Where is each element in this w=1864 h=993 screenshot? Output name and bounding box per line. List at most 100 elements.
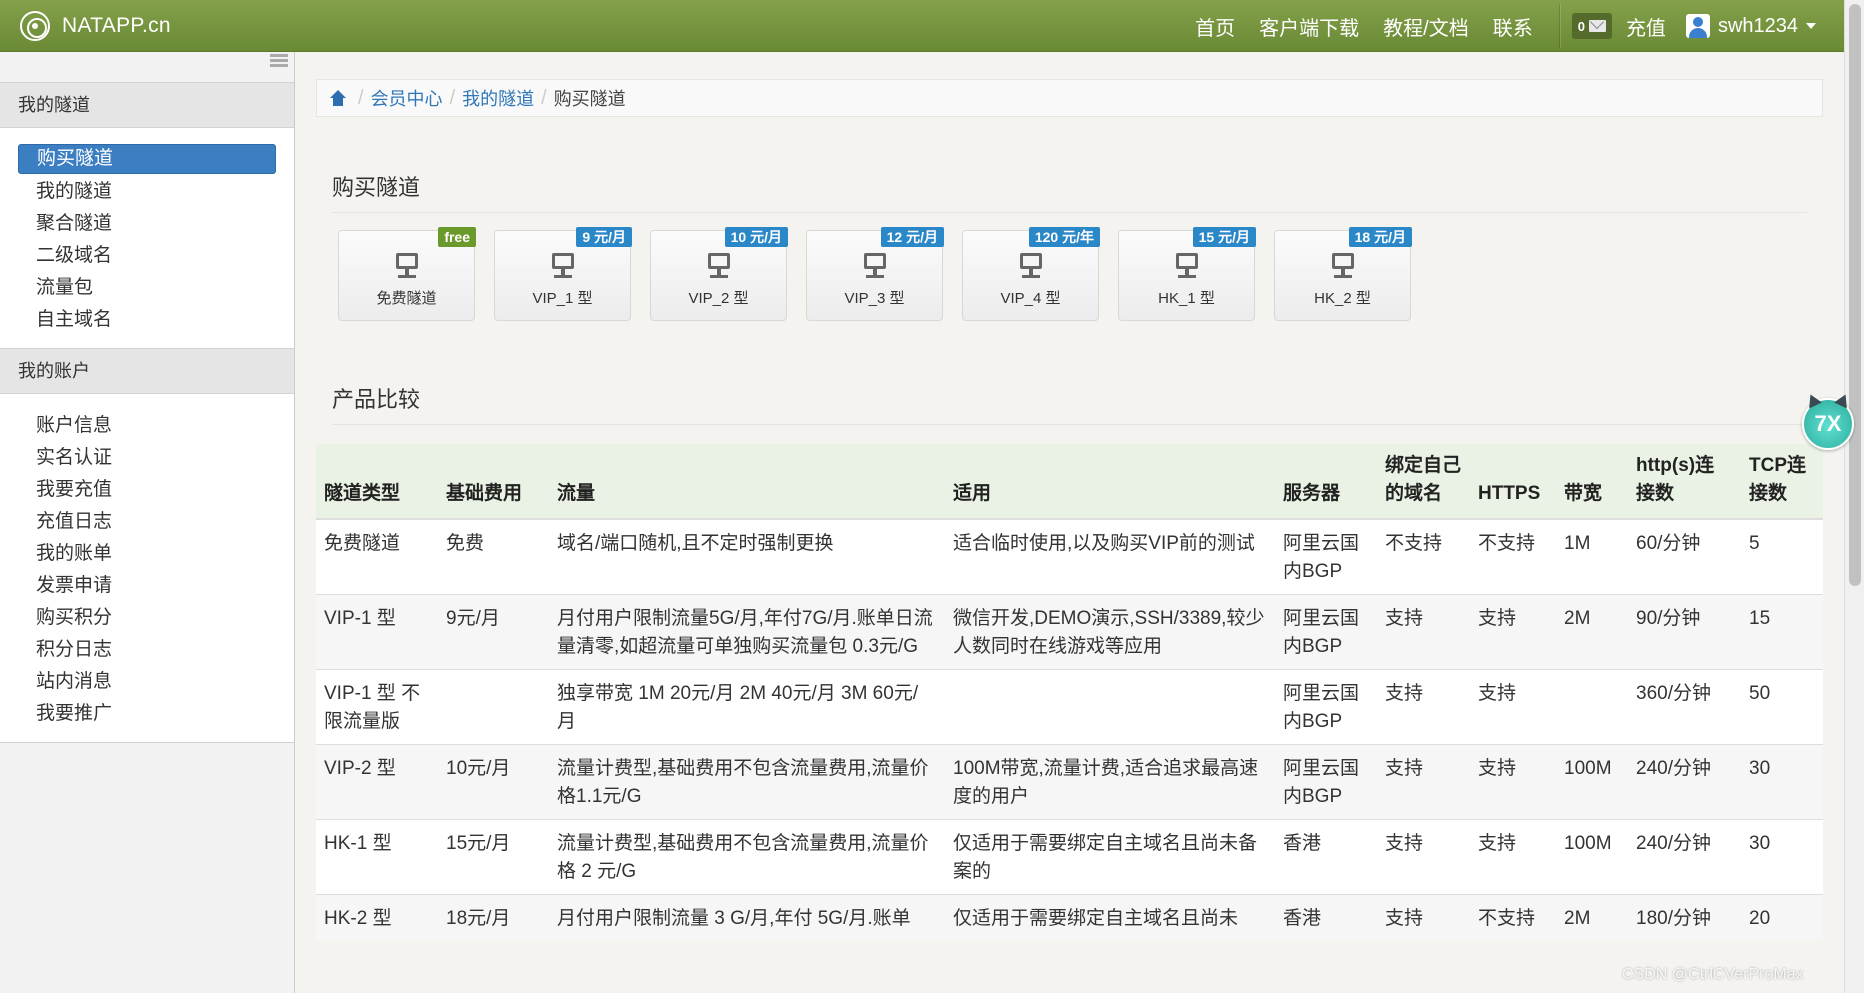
messages-button[interactable]: 0 [1571, 13, 1612, 39]
table-cell: 360/分钟 [1628, 669, 1741, 745]
column-header: 适用 [945, 444, 1275, 520]
table-cell: 10元/月 [438, 744, 549, 820]
table-cell: 适合临时使用,以及购买VIP前的测试 [945, 518, 1275, 595]
natapp-logo-icon [20, 11, 50, 41]
plan-card-vip4[interactable]: 120 元/年 VIP_4 型 [962, 227, 1100, 321]
nav-links: 首页 客户端下载 教程/文档 联系 0 充值 swh1234 [1183, 0, 1864, 52]
sidebar-item-buy-points[interactable]: 购买积分 [18, 602, 276, 634]
table-cell: 100M带宽,流量计费,适合追求最高速度的用户 [945, 744, 1275, 820]
table-cell: VIP-2 型 [316, 744, 438, 820]
sidebar: 我的隧道 购买隧道 我的隧道 聚合隧道 二级域名 流量包 自主域名 我的账户 账… [0, 52, 295, 993]
sidebar-item-points-log[interactable]: 积分日志 [18, 634, 276, 666]
table-cell: 支持 [1377, 894, 1470, 941]
sidebar-item-promote[interactable]: 我要推广 [18, 698, 276, 730]
table-cell: 100M [1556, 744, 1628, 820]
table-row: 免费隧道 免费 域名/端口随机,且不定时强制更换 适合临时使用,以及购买VIP前… [316, 518, 1823, 595]
sidebar-item-account-info[interactable]: 账户信息 [18, 410, 276, 442]
sidebar-item-my-tunnels[interactable]: 我的隧道 [18, 176, 276, 208]
compare-heading: 产品比较 [332, 382, 1807, 425]
table-cell: 支持 [1377, 744, 1470, 820]
table-cell: 独享带宽 1M 20元/月 2M 40元/月 3M 60元/月 [549, 669, 945, 745]
sidebar-item-verification[interactable]: 实名认证 [18, 442, 276, 474]
sidebar-section-tunnels[interactable]: 我的隧道 [0, 82, 294, 128]
table-cell: 支持 [1470, 594, 1556, 670]
plan-label: VIP_2 型 [688, 290, 749, 307]
page-scrollbar[interactable] [1844, 0, 1864, 993]
sidebar-item-bills[interactable]: 我的账单 [18, 538, 276, 570]
breadcrumb-separator: / [449, 86, 456, 109]
plan-price-badge: 120 元/年 [1028, 227, 1100, 247]
column-header: 带宽 [1556, 444, 1628, 520]
table-cell: 15 [1741, 594, 1823, 670]
table-cell: 50 [1741, 669, 1823, 745]
breadcrumb-separator: / [358, 86, 364, 109]
table-cell [945, 669, 1275, 745]
breadcrumb-my-tunnels[interactable]: 我的隧道 [462, 85, 534, 111]
breadcrumb-member-center[interactable]: 会员中心 [371, 85, 443, 111]
username: swh1234 [1717, 14, 1798, 37]
table-cell: 240/分钟 [1628, 819, 1741, 895]
nav-contact-link[interactable]: 联系 [1481, 12, 1545, 41]
plan-card-hk1[interactable]: 15 元/月 HK_1 型 [1118, 227, 1256, 321]
home-icon[interactable] [329, 89, 347, 107]
sidebar-section-account[interactable]: 我的账户 [0, 348, 294, 394]
table-cell: 仅适用于需要绑定自主域名且尚未 [945, 894, 1275, 941]
table-cell: 域名/端口随机,且不定时强制更换 [549, 518, 945, 595]
sidebar-collapse-icon[interactable] [270, 54, 288, 68]
table-cell: 支持 [1377, 669, 1470, 745]
monitor-icon [394, 253, 420, 283]
table-row: VIP-1 型 9元/月 月付用户限制流量5G/月,年付7G/月.账单日流量清零… [316, 594, 1823, 670]
sidebar-item-recharge-log[interactable]: 充值日志 [18, 506, 276, 538]
table-cell: 阿里云国内BGP [1275, 744, 1377, 820]
plan-card-vip2[interactable]: 10 元/月 VIP_2 型 [650, 227, 788, 321]
table-cell [1556, 669, 1628, 745]
plan-label: VIP_1 型 [532, 290, 593, 307]
main-content: / 会员中心 / 我的隧道 / 购买隧道 购买隧道 free 免费隧道 9 元/… [296, 52, 1844, 993]
table-cell: 20 [1741, 894, 1823, 941]
monitor-icon [706, 253, 732, 283]
sidebar-toolbar [0, 52, 294, 82]
table-cell: 香港 [1275, 894, 1377, 941]
column-header: 服务器 [1275, 444, 1377, 520]
table-row: HK-2 型 18元/月 月付用户限制流量 3 G/月,年付 5G/月.账单 仅… [316, 894, 1823, 941]
table-cell: 流量计费型,基础费用不包含流量费用,流量价格 2 元/G [549, 819, 945, 895]
table-cell: 不支持 [1377, 518, 1470, 595]
sidebar-item-recharge[interactable]: 我要充值 [18, 474, 276, 506]
table-row: HK-1 型 15元/月 流量计费型,基础费用不包含流量费用,流量价格 2 元/… [316, 819, 1823, 895]
plan-price-badge: 12 元/月 [880, 227, 944, 247]
sidebar-item-aggregate-tunnel[interactable]: 聚合隧道 [18, 208, 276, 240]
sidebar-item-messages[interactable]: 站内消息 [18, 666, 276, 698]
plan-card-hk2[interactable]: 18 元/月 HK_2 型 [1274, 227, 1412, 321]
table-cell: 240/分钟 [1628, 744, 1741, 820]
mascot-widget-icon[interactable]: 7X [1802, 398, 1854, 450]
sidebar-item-invoice[interactable]: 发票申请 [18, 570, 276, 602]
sidebar-item-subdomain[interactable]: 二级域名 [18, 240, 276, 272]
column-header: TCP连接数 [1741, 444, 1823, 520]
monitor-icon [550, 253, 576, 283]
scrollbar-thumb[interactable] [1849, 4, 1861, 586]
plan-card-free[interactable]: free 免费隧道 [338, 227, 476, 321]
sidebar-item-buy-tunnel[interactable]: 购买隧道 [18, 144, 276, 174]
brand-name: NATAPP.cn [62, 14, 171, 37]
user-menu-dropdown[interactable]: swh1234 [1672, 14, 1864, 38]
plan-label: HK_1 型 [1158, 290, 1215, 307]
sidebar-item-custom-domain[interactable]: 自主域名 [18, 304, 276, 336]
table-row: VIP-1 型 不限流量版 独享带宽 1M 20元/月 2M 40元/月 3M … [316, 669, 1823, 745]
column-header: 流量 [549, 444, 945, 520]
sidebar-item-traffic-pack[interactable]: 流量包 [18, 272, 276, 304]
caret-down-icon [1806, 23, 1816, 29]
table-cell: 阿里云国内BGP [1275, 669, 1377, 745]
monitor-icon [862, 253, 888, 283]
breadcrumb-current: 购买隧道 [553, 89, 626, 109]
nav-home-link[interactable]: 首页 [1183, 12, 1247, 41]
recharge-link[interactable]: 充值 [1622, 12, 1672, 41]
nav-docs-link[interactable]: 教程/文档 [1371, 12, 1481, 41]
table-cell: VIP-1 型 不限流量版 [316, 669, 438, 745]
table-cell: 支持 [1470, 669, 1556, 745]
nav-download-link[interactable]: 客户端下载 [1247, 12, 1371, 41]
table-cell: 100M [1556, 819, 1628, 895]
brand[interactable]: NATAPP.cn [20, 8, 171, 44]
plan-card-vip3[interactable]: 12 元/月 VIP_3 型 [806, 227, 944, 321]
table-cell: 阿里云国内BGP [1275, 594, 1377, 670]
plan-card-vip1[interactable]: 9 元/月 VIP_1 型 [494, 227, 632, 321]
